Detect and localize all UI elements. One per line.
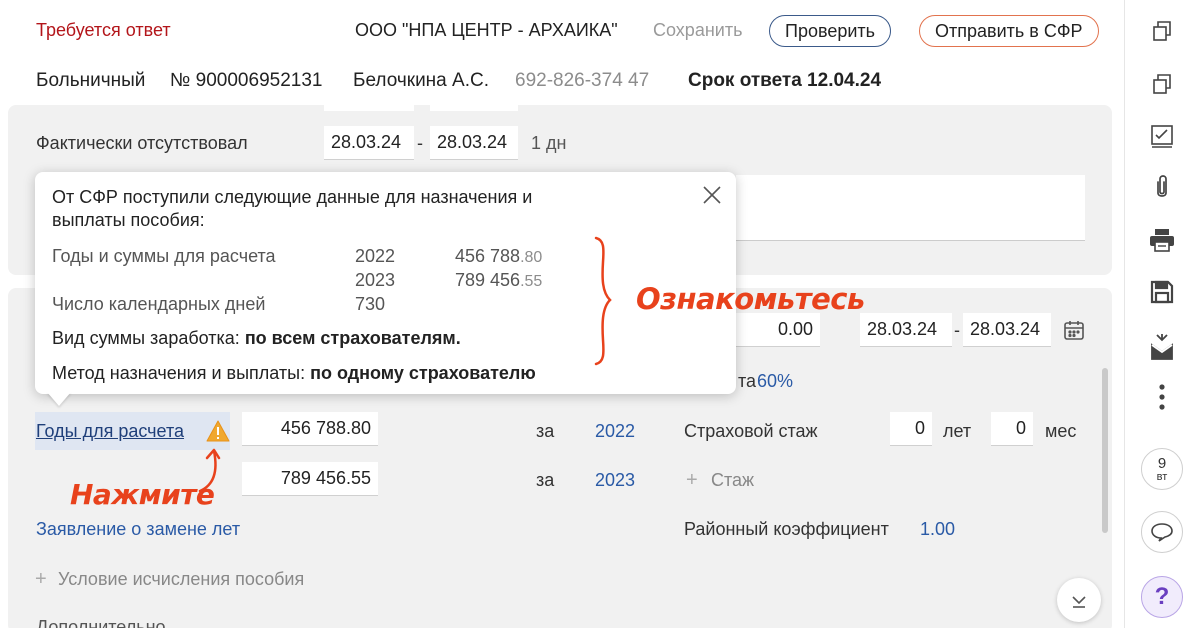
paperclip-icon[interactable] bbox=[1148, 173, 1176, 201]
partial-field-top bbox=[324, 95, 414, 111]
popup-year-1: 2022 bbox=[355, 246, 396, 266]
absence-days: 1 дн bbox=[531, 133, 567, 153]
add-experience-button[interactable]: Стаж bbox=[711, 470, 754, 491]
experience-years-field[interactable]: 0 bbox=[890, 412, 932, 446]
send-to-sfr-button[interactable]: Отправить в СФР bbox=[919, 15, 1099, 47]
benefit-condition-button[interactable]: Условие исчисления пособия bbox=[58, 569, 304, 590]
help-icon: ? bbox=[1154, 583, 1170, 610]
curly-brace-annotation bbox=[590, 234, 614, 368]
scrollbar[interactable] bbox=[1102, 368, 1108, 533]
date-day: 9 bbox=[1157, 454, 1167, 472]
comment-textarea[interactable] bbox=[736, 175, 1085, 241]
experience-months-field[interactable]: 0 bbox=[991, 412, 1033, 446]
calendar-icon[interactable] bbox=[1062, 318, 1086, 342]
period-to-field[interactable]: 28.03.24 bbox=[963, 313, 1051, 347]
copy-icon[interactable] bbox=[1148, 17, 1176, 45]
chat-bubble-icon bbox=[1151, 523, 1173, 542]
years-unit-label: лет bbox=[943, 421, 972, 441]
status-label: Требуется ответ bbox=[36, 20, 171, 40]
document-type: Больничный bbox=[36, 70, 146, 91]
send-mail-icon[interactable] bbox=[1148, 333, 1176, 361]
click-annotation: Нажмите bbox=[70, 478, 215, 511]
checklist-icon[interactable] bbox=[1148, 122, 1176, 150]
sfr-data-popup: От СФР поступили следующие данные для на… bbox=[35, 172, 736, 394]
printer-icon[interactable] bbox=[1148, 226, 1176, 254]
year-amount-field-1[interactable]: 456 788.80 bbox=[242, 412, 378, 446]
amount-field[interactable]: 0.00 bbox=[736, 313, 820, 347]
chat-button[interactable] bbox=[1141, 511, 1183, 553]
year-link-1[interactable]: 2022 bbox=[595, 421, 635, 442]
close-icon[interactable] bbox=[700, 183, 724, 207]
period-dash: - bbox=[954, 320, 960, 340]
period-from-field[interactable]: 28.03.24 bbox=[860, 313, 952, 347]
warning-icon[interactable] bbox=[206, 420, 230, 442]
absence-dash: - bbox=[417, 133, 423, 153]
popup-days-value: 730 bbox=[355, 294, 386, 314]
help-button[interactable]: ? bbox=[1141, 576, 1183, 618]
chevron-down-icon bbox=[1072, 596, 1086, 608]
popup-days-label: Число календарных дней bbox=[52, 294, 266, 314]
additional-toggle[interactable]: Дополнительно bbox=[36, 617, 166, 628]
year-link-2[interactable]: 2023 bbox=[595, 470, 635, 491]
popup-pointer bbox=[47, 392, 71, 406]
regional-coefficient-value[interactable]: 1.00 bbox=[920, 519, 955, 540]
plus-icon: + bbox=[686, 469, 698, 491]
popup-amount-2: 789 456.55 bbox=[455, 270, 543, 290]
percent-value-link[interactable]: 60% bbox=[757, 371, 793, 392]
regional-coefficient-label: Районный коэффициент bbox=[684, 519, 889, 539]
more-menu-icon[interactable] bbox=[1148, 383, 1176, 411]
organization-name: ООО "НПА ЦЕНТР - АРХАИКА" bbox=[355, 20, 618, 40]
absence-from-field[interactable]: 28.03.24 bbox=[324, 126, 414, 160]
years-for-calculation-link[interactable]: Годы для расчета bbox=[36, 421, 184, 442]
absence-to-field[interactable]: 28.03.24 bbox=[430, 126, 518, 160]
arrow-annotation bbox=[196, 445, 226, 495]
response-deadline: Срок ответа 12.04.24 bbox=[688, 70, 882, 91]
za-label-1: за bbox=[536, 421, 555, 441]
months-unit-label: мес bbox=[1045, 421, 1077, 441]
za-label-2: за bbox=[536, 470, 555, 490]
replace-years-link[interactable]: Заявление о замене лет bbox=[36, 519, 240, 540]
save-icon[interactable] bbox=[1148, 278, 1176, 306]
popup-earnings-row: Вид суммы заработка: по всем страховател… bbox=[52, 328, 461, 348]
popup-method-row: Метод назначения и выплаты: по одному ст… bbox=[52, 363, 536, 383]
popup-title-line1: От СФР поступили следующие данные для на… bbox=[52, 187, 533, 207]
document-number: № 900006952131 bbox=[170, 70, 323, 91]
percent-label: та bbox=[738, 371, 757, 391]
absence-label: Фактически отсутствовал bbox=[36, 133, 248, 153]
insurance-experience-label: Страховой стаж bbox=[684, 421, 818, 441]
popup-amount-1: 456 788.80 bbox=[455, 246, 543, 266]
check-button[interactable]: Проверить bbox=[769, 15, 892, 47]
partial-field-top-2 bbox=[430, 95, 518, 111]
save-button[interactable]: Сохранить bbox=[653, 20, 742, 41]
scroll-down-button[interactable] bbox=[1057, 578, 1101, 622]
calendar-date-badge[interactable]: 9 вт bbox=[1141, 448, 1183, 490]
popup-title-line2: выплаты пособия: bbox=[52, 210, 205, 230]
snils-number: 692-826-374 47 bbox=[515, 70, 650, 91]
date-weekday: вт bbox=[1156, 470, 1168, 483]
app-root: Требуется ответ ООО "НПА ЦЕНТР - АРХАИКА… bbox=[0, 0, 1198, 628]
review-annotation: Ознакомьтесь bbox=[636, 282, 865, 316]
employee-name[interactable]: Белочкина А.С. bbox=[353, 70, 489, 92]
duplicate-icon[interactable] bbox=[1148, 70, 1176, 98]
plus-icon: + bbox=[35, 568, 47, 590]
popup-years-label: Годы и суммы для расчета bbox=[52, 246, 276, 266]
year-amount-field-2[interactable]: 789 456.55 bbox=[242, 462, 378, 496]
popup-year-2: 2023 bbox=[355, 270, 396, 290]
